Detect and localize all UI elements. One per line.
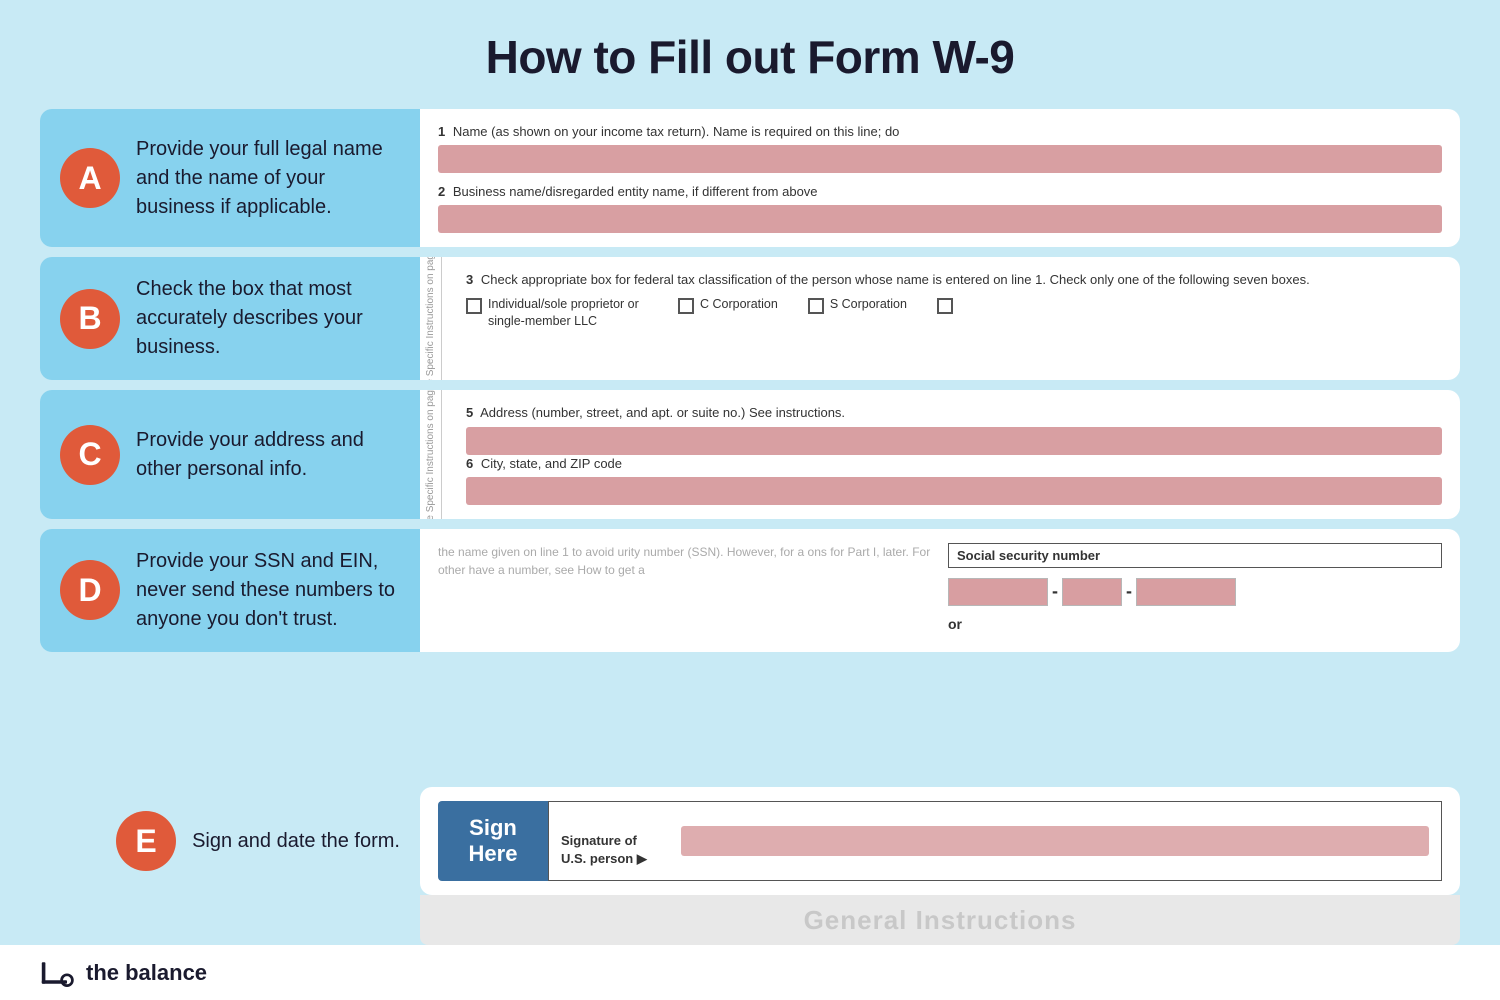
row-a: A Provide your full legal name and the n… — [40, 109, 1460, 247]
field-2-num: 2 — [438, 184, 445, 199]
checkbox-s-corp: S Corporation — [808, 296, 907, 314]
badge-a: A — [60, 148, 120, 208]
signature-label: Signature of U.S. person ▶ — [561, 814, 671, 869]
section-b-content: 3 Check appropriate box for federal tax … — [438, 271, 1442, 330]
section-d-form: the name given on line 1 to avoid urity … — [420, 529, 1460, 652]
section-c-form: See Specific Instructions on page 3 5 Ad… — [420, 390, 1460, 518]
checkbox-c-corp-box[interactable] — [678, 298, 694, 314]
section-b-form: See Specific Instructions on page 3 3 Ch… — [420, 257, 1460, 380]
field-6-input[interactable] — [466, 477, 1442, 505]
field-1-container: 1 Name (as shown on your income tax retu… — [438, 123, 1442, 173]
checkbox-individual-label: Individual/sole proprietor or single-mem… — [488, 296, 648, 331]
checkbox-c-corp: C Corporation — [678, 296, 778, 314]
ssn-title: Social security number — [948, 543, 1442, 568]
field-5-num: 5 — [466, 405, 473, 420]
rotated-label-c: See Specific Instructions on page 3 — [420, 390, 442, 518]
footer-bar: the balance — [0, 945, 1500, 1000]
ssn-segment-3[interactable] — [1136, 578, 1236, 606]
ssn-dash-1: - — [1052, 581, 1058, 602]
ssn-segment-1[interactable] — [948, 578, 1048, 606]
field-2-label: 2 Business name/disregarded entity name,… — [438, 183, 1442, 201]
page-title: How to Fill out Form W-9 — [0, 0, 1500, 109]
general-instructions-area: General Instructions — [420, 895, 1460, 945]
field-3-label: 3 Check appropriate box for federal tax … — [466, 271, 1442, 289]
rotated-label-b: See Specific Instructions on page 3 — [420, 257, 442, 380]
section-d-text: Provide your SSN and EIN, never send the… — [136, 547, 400, 634]
field-3-num: 3 — [466, 272, 473, 287]
checkbox-c-corp-label: C Corporation — [700, 296, 778, 314]
field-6-label: 6 City, state, and ZIP code — [466, 455, 1442, 473]
row-c: C Provide your address and other persona… — [40, 390, 1460, 518]
ssn-fields: - - — [948, 578, 1442, 606]
or-text: or — [948, 616, 1442, 632]
checkbox-individual-box[interactable] — [466, 298, 482, 314]
field-5-container: 5 Address (number, street, and apt. or s… — [466, 404, 1442, 454]
field-1-input[interactable] — [438, 145, 1442, 173]
ssn-gray-text-content: the name given on line 1 to avoid urity … — [438, 545, 930, 577]
section-a-label: A Provide your full legal name and the n… — [40, 109, 420, 247]
ssn-segment-2[interactable] — [1062, 578, 1122, 606]
section-c-label: C Provide your address and other persona… — [40, 390, 420, 518]
field-2-input[interactable] — [438, 205, 1442, 233]
section-a-form: 1 Name (as shown on your income tax retu… — [420, 109, 1460, 247]
section-e-form: Sign Here Signature of U.S. person ▶ — [420, 787, 1460, 895]
badge-b: B — [60, 289, 120, 349]
field-1-num: 1 — [438, 124, 445, 139]
field-3-desc: Check appropriate box for federal tax cl… — [481, 272, 1310, 287]
section-e-badge-area: E Sign and date the form. — [116, 811, 400, 871]
field-2-container: 2 Business name/disregarded entity name,… — [438, 183, 1442, 233]
field-6-container: 6 City, state, and ZIP code — [466, 455, 1442, 505]
field-6-num: 6 — [466, 456, 473, 471]
field-5-desc: Address (number, street, and apt. or sui… — [480, 405, 845, 420]
checkbox-extra — [937, 296, 953, 314]
checkbox-row: Individual/sole proprietor or single-mem… — [466, 296, 1442, 331]
ssn-box-area: Social security number - - or — [948, 543, 1442, 632]
sign-here-box: Sign Here — [438, 801, 548, 881]
row-e: E Sign and date the form. Sign Here Sign… — [40, 787, 1460, 895]
section-e-text: Sign and date the form. — [192, 827, 400, 856]
field-1-desc: Name (as shown on your income tax return… — [453, 124, 900, 139]
general-instructions-text: General Instructions — [804, 905, 1077, 936]
checkbox-s-corp-label: S Corporation — [830, 296, 907, 314]
field-2-desc: Business name/disregarded entity name, i… — [453, 184, 818, 199]
field-5-input[interactable] — [466, 427, 1442, 455]
section-c-text: Provide your address and other personal … — [136, 426, 400, 484]
brand-text: the balance — [86, 960, 207, 986]
ssn-dash-2: - — [1126, 581, 1132, 602]
section-b-label: B Check the box that most accurately des… — [40, 257, 420, 380]
section-c-content: 5 Address (number, street, and apt. or s… — [438, 404, 1442, 504]
field-1-label: 1 Name (as shown on your income tax retu… — [438, 123, 1442, 141]
section-e-left: E Sign and date the form. — [40, 787, 420, 895]
field-6-desc: City, state, and ZIP code — [481, 456, 622, 471]
row-d: D Provide your SSN and EIN, never send t… — [40, 529, 1460, 652]
checkbox-individual: Individual/sole proprietor or single-mem… — [466, 296, 648, 331]
section-d-content: the name given on line 1 to avoid urity … — [438, 543, 1442, 632]
balance-logo-icon — [40, 955, 76, 991]
badge-e: E — [116, 811, 176, 871]
main-container: A Provide your full legal name and the n… — [0, 109, 1500, 662]
section-b-text: Check the box that most accurately descr… — [136, 275, 400, 362]
badge-c: C — [60, 425, 120, 485]
signature-input[interactable] — [681, 826, 1429, 856]
checkbox-extra-box[interactable] — [937, 298, 953, 314]
section-d-label: D Provide your SSN and EIN, never send t… — [40, 529, 420, 652]
section-a-text: Provide your full legal name and the nam… — [136, 135, 400, 222]
field-5-label: 5 Address (number, street, and apt. or s… — [466, 404, 1442, 422]
ssn-gray-text: the name given on line 1 to avoid urity … — [438, 543, 932, 579]
checkbox-s-corp-box[interactable] — [808, 298, 824, 314]
row-b: B Check the box that most accurately des… — [40, 257, 1460, 380]
badge-d: D — [60, 560, 120, 620]
sign-here-text: Sign Here — [469, 815, 518, 867]
signature-area: Signature of U.S. person ▶ — [548, 801, 1442, 881]
